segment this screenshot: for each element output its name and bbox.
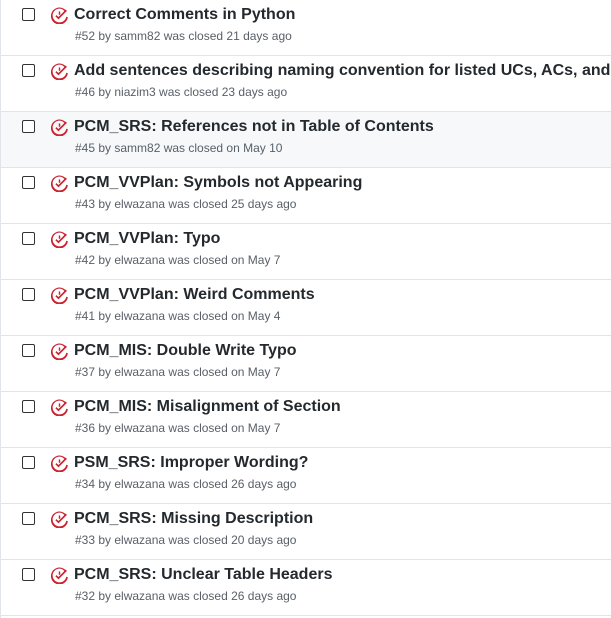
issue-row[interactable]: Correct Comments in Python #52 by samm82… bbox=[1, 0, 611, 56]
select-checkbox[interactable] bbox=[22, 344, 35, 357]
issue-closed-icon bbox=[51, 567, 68, 584]
issue-closed-icon bbox=[51, 175, 68, 192]
issue-title[interactable]: PSM_SRS: Improper Wording? bbox=[74, 454, 308, 472]
issue-row[interactable]: PCM_VVPlan: Typo #42 by elwazana was clo… bbox=[1, 224, 611, 280]
select-checkbox[interactable] bbox=[22, 8, 35, 21]
select-checkbox[interactable] bbox=[22, 456, 35, 469]
issue-row[interactable]: PCM_MIS: Double Write Typo #37 by elwaza… bbox=[1, 336, 611, 392]
issue-meta: #45 by samm82 was closed on May 10 bbox=[75, 141, 283, 155]
issue-meta: #36 by elwazana was closed on May 7 bbox=[75, 421, 281, 435]
issue-meta: #33 by elwazana was closed 20 days ago bbox=[75, 533, 297, 547]
issue-closed-icon bbox=[51, 511, 68, 528]
select-checkbox[interactable] bbox=[22, 64, 35, 77]
issue-title[interactable]: PCM_MIS: Misalignment of Section bbox=[74, 398, 341, 416]
select-checkbox[interactable] bbox=[22, 120, 35, 133]
issue-title[interactable]: PCM_VVPlan: Typo bbox=[74, 230, 220, 248]
issue-row[interactable]: PSM_SRS: Improper Wording? #34 by elwaza… bbox=[1, 448, 611, 504]
issue-closed-icon bbox=[51, 399, 68, 416]
issue-closed-icon bbox=[51, 119, 68, 136]
issue-meta: #46 by niazim3 was closed 23 days ago bbox=[75, 85, 288, 99]
select-checkbox[interactable] bbox=[22, 176, 35, 189]
issue-list: Correct Comments in Python #52 by samm82… bbox=[0, 0, 611, 618]
issue-closed-icon bbox=[51, 343, 68, 360]
issue-title[interactable]: Correct Comments in Python bbox=[74, 6, 295, 24]
issue-closed-icon bbox=[51, 63, 68, 80]
issue-title[interactable]: Add sentences describing naming conventi… bbox=[74, 62, 611, 80]
issue-closed-icon bbox=[51, 7, 68, 24]
issue-meta: #32 by elwazana was closed 26 days ago bbox=[75, 589, 297, 603]
select-checkbox[interactable] bbox=[22, 512, 35, 525]
select-checkbox[interactable] bbox=[22, 232, 35, 245]
issue-title[interactable]: PCM_VVPlan: Symbols not Appearing bbox=[74, 174, 362, 192]
issue-meta: #37 by elwazana was closed on May 7 bbox=[75, 365, 281, 379]
issue-meta: #52 by samm82 was closed 21 days ago bbox=[75, 29, 292, 43]
select-checkbox[interactable] bbox=[22, 288, 35, 301]
issue-title[interactable]: PCM_SRS: Unclear Table Headers bbox=[74, 566, 332, 584]
issue-title[interactable]: PCM_SRS: Missing Description bbox=[74, 510, 313, 528]
issue-meta: #43 by elwazana was closed 25 days ago bbox=[75, 197, 297, 211]
issue-row[interactable]: Add sentences describing naming conventi… bbox=[1, 56, 611, 112]
issue-meta: #41 by elwazana was closed on May 4 bbox=[75, 309, 281, 323]
issue-title[interactable]: PCM_MIS: Double Write Typo bbox=[74, 342, 297, 360]
issue-title[interactable]: PCM_SRS: References not in Table of Cont… bbox=[74, 118, 434, 136]
issue-closed-icon bbox=[51, 455, 68, 472]
issue-closed-icon bbox=[51, 287, 68, 304]
issue-row[interactable]: PCM_SRS: Unclear Table Headers #32 by el… bbox=[1, 560, 611, 616]
issue-meta: #34 by elwazana was closed 26 days ago bbox=[75, 477, 297, 491]
issue-row[interactable]: PCM_VVPlan: Weird Comments #41 by elwaza… bbox=[1, 280, 611, 336]
select-checkbox[interactable] bbox=[22, 568, 35, 581]
issue-row[interactable]: PCM_VVPlan: Symbols not Appearing #43 by… bbox=[1, 168, 611, 224]
issue-row[interactable]: PCM_MIS: Misalignment of Section #36 by … bbox=[1, 392, 611, 448]
issue-title[interactable]: PCM_VVPlan: Weird Comments bbox=[74, 286, 315, 304]
issue-meta: #42 by elwazana was closed on May 7 bbox=[75, 253, 281, 267]
issue-closed-icon bbox=[51, 231, 68, 248]
issue-row[interactable]: PCM_SRS: Missing Description #33 by elwa… bbox=[1, 504, 611, 560]
issue-row[interactable]: PCM_SRS: References not in Table of Cont… bbox=[1, 112, 611, 168]
select-checkbox[interactable] bbox=[22, 400, 35, 413]
